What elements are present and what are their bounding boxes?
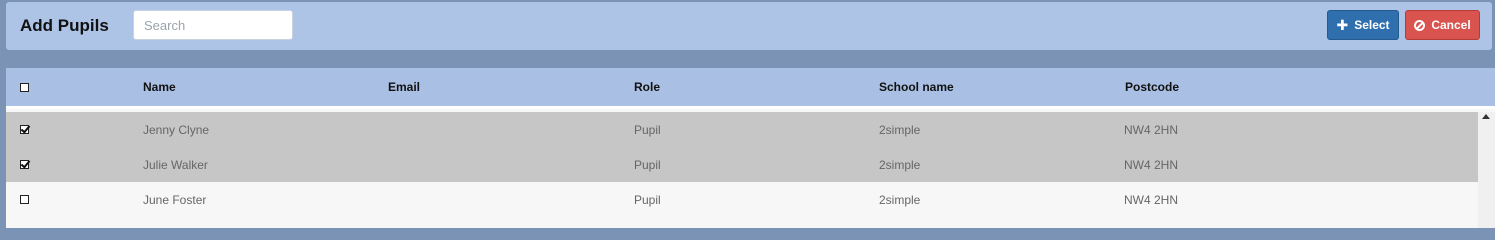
cell-name: June Foster [143, 192, 207, 207]
vertical-scrollbar[interactable] [1478, 112, 1495, 228]
cell-name: Jenny Clyne [143, 122, 210, 137]
pupils-table: Name Email Role School name Postcode Jen… [6, 68, 1495, 228]
table-body: Jenny Clyne Pupil 2simple NW4 2HN Julie … [6, 112, 1478, 217]
cell-postcode: NW4 2HN [1124, 122, 1179, 137]
table-row[interactable]: Jenny Clyne Pupil 2simple NW4 2HN [6, 112, 1478, 147]
cell-postcode: NW4 2HN [1124, 157, 1179, 172]
header-bar: Add Pupils ✚ Select Cancel [6, 2, 1492, 50]
select-button[interactable]: ✚ Select [1327, 10, 1399, 40]
page-title: Add Pupils [20, 16, 109, 35]
cell-role: Pupil [634, 192, 661, 207]
select-button-label: Select [1354, 18, 1390, 32]
cell-name: Julie Walker [143, 157, 208, 172]
column-header-name[interactable]: Name [143, 68, 176, 106]
ban-icon [1414, 19, 1426, 31]
cell-school-name: 2simple [879, 157, 921, 172]
column-header-postcode[interactable]: Postcode [1125, 68, 1179, 106]
table-row[interactable]: Julie Walker Pupil 2simple NW4 2HN [6, 147, 1478, 182]
cell-school-name: 2simple [879, 192, 921, 207]
column-header-role[interactable]: Role [634, 68, 660, 106]
column-header-email[interactable]: Email [388, 68, 420, 106]
row-checkbox-cell [20, 147, 29, 182]
row-checkbox-cell [20, 182, 29, 217]
cell-postcode: NW4 2HN [1124, 192, 1179, 207]
column-header-school-name[interactable]: School name [879, 68, 954, 106]
row-checkbox[interactable] [20, 160, 29, 169]
cell-school-name: 2simple [879, 122, 921, 137]
cancel-button[interactable]: Cancel [1405, 10, 1480, 40]
row-checkbox-cell [20, 112, 29, 147]
cell-role: Pupil [634, 122, 661, 137]
plus-icon: ✚ [1336, 17, 1349, 33]
table-header: Name Email Role School name Postcode [6, 68, 1495, 109]
scroll-up-arrow-icon[interactable] [1482, 114, 1490, 119]
cell-role: Pupil [634, 157, 661, 172]
row-checkbox[interactable] [20, 125, 29, 134]
select-all-checkbox[interactable] [20, 82, 29, 92]
row-checkbox[interactable] [20, 195, 29, 204]
select-all-cell [20, 68, 29, 106]
cancel-button-label: Cancel [1431, 18, 1471, 32]
search-input[interactable] [133, 10, 293, 40]
table-row[interactable]: June Foster Pupil 2simple NW4 2HN [6, 182, 1478, 217]
